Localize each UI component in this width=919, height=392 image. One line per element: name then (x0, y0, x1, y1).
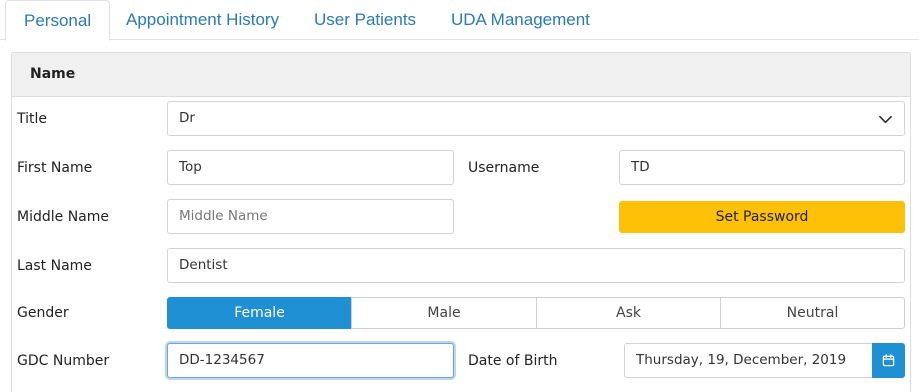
date-of-birth-label: Date of Birth (468, 353, 558, 369)
gender-option-ask[interactable]: Ask (536, 297, 721, 329)
tab-bar: Personal Appointment History User Patien… (0, 0, 919, 41)
gender-option-neutral[interactable]: Neutral (720, 297, 905, 329)
title-select[interactable]: Dr (167, 101, 905, 136)
calendar-button[interactable] (872, 343, 905, 378)
gender-option-male[interactable]: Male (351, 297, 537, 329)
first-name-field[interactable]: Top (167, 150, 454, 185)
tab-uda-management[interactable]: UDA Management (433, 0, 608, 40)
gdc-number-field[interactable]: DD-1234567 (167, 343, 454, 378)
gdc-number-label: GDC Number (17, 353, 110, 369)
gender-option-female[interactable]: Female (167, 297, 352, 329)
middle-name-field[interactable]: Middle Name (167, 199, 454, 234)
last-name-field[interactable]: Dentist (167, 248, 905, 283)
card-header-name: Name (12, 53, 910, 97)
username-field[interactable]: TD (619, 150, 905, 185)
first-name-label: First Name (17, 160, 93, 176)
date-of-birth-field[interactable]: Thursday, 19, December, 2019 (624, 343, 874, 378)
tab-user-patients[interactable]: User Patients (296, 0, 434, 40)
title-label: Title (17, 111, 48, 127)
middle-name-label: Middle Name (17, 209, 109, 225)
calendar-icon (882, 354, 895, 367)
last-name-label: Last Name (17, 258, 92, 274)
chevron-down-icon (879, 115, 892, 124)
tab-appointment-history[interactable]: Appointment History (108, 0, 297, 40)
username-label: Username (468, 160, 540, 176)
title-select-value: Dr (179, 110, 195, 126)
tab-personal[interactable]: Personal (5, 0, 111, 41)
gender-label: Gender (17, 305, 69, 321)
set-password-button[interactable]: Set Password (619, 201, 905, 233)
